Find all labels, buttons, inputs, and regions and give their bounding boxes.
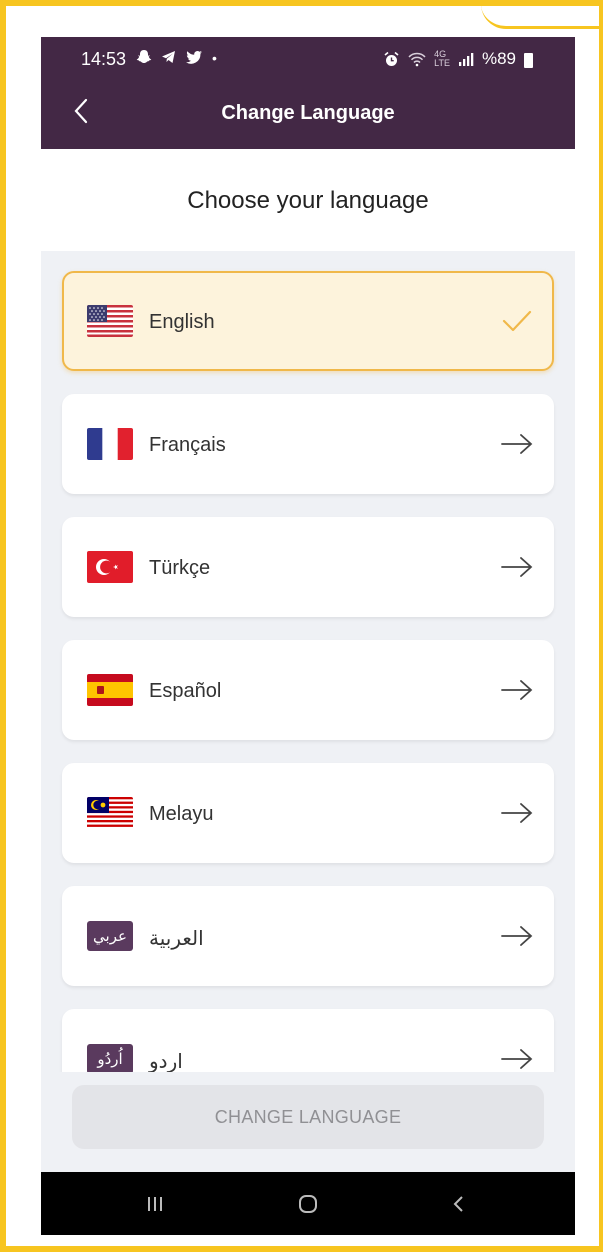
change-language-button[interactable]: CHANGE LANGUAGE <box>72 1085 544 1149</box>
4g-icon: 4G LTE <box>434 49 450 68</box>
arrow-right-icon <box>500 922 534 950</box>
arrow-right-icon <box>500 553 534 581</box>
arabic-badge-icon: عربي <box>87 921 133 951</box>
system-status-icons: 4G LTE %89 <box>383 49 533 69</box>
language-option-turkish[interactable]: Türkçe <box>62 517 554 617</box>
phone-screen: 14:53 • 4G LTE %89 Change Language Choos… <box>41 37 575 1235</box>
cta-container: CHANGE LANGUAGE <box>41 1072 575 1172</box>
language-label: Türkçe <box>149 557 211 579</box>
language-label: English <box>149 311 215 333</box>
france-flag-icon <box>87 428 133 460</box>
battery-icon <box>524 52 533 68</box>
language-option-malay[interactable]: Melayu <box>62 763 554 863</box>
telegram-icon <box>162 51 176 63</box>
wifi-icon <box>408 52 426 66</box>
app-bar-title: Change Language <box>221 102 395 124</box>
arrow-right-icon <box>500 799 534 827</box>
language-option-english[interactable]: English <box>62 271 554 371</box>
language-label: Melayu <box>149 803 214 825</box>
arrow-right-icon <box>500 1045 534 1073</box>
language-label: العربية <box>149 928 204 950</box>
battery-percent: %89 <box>481 49 516 68</box>
recents-button[interactable] <box>135 1187 175 1221</box>
turkey-flag-icon <box>87 551 133 583</box>
nav-back-button[interactable] <box>439 1187 479 1221</box>
language-label: Français <box>149 434 226 456</box>
dot-icon: • <box>212 50 221 66</box>
arrow-right-icon <box>500 676 534 704</box>
back-icon <box>453 1196 463 1212</box>
page-title: Choose your language <box>187 187 429 214</box>
us-flag-icon <box>87 305 133 337</box>
spain-flag-icon <box>87 674 133 706</box>
signal-icon <box>458 53 474 66</box>
alarm-icon <box>384 51 399 66</box>
home-icon <box>299 1195 317 1213</box>
frame-accent <box>481 4 601 29</box>
language-list: English Français Türkçe Español Melayu ع… <box>41 251 575 1085</box>
malaysia-flag-icon <box>87 797 133 829</box>
language-label: Español <box>149 680 222 702</box>
recents-icon <box>148 1197 162 1211</box>
twitter-icon <box>186 50 203 64</box>
language-label: اردو <box>149 1051 183 1073</box>
check-icon <box>500 307 534 335</box>
language-option-arabic[interactable]: عربي العربية <box>62 886 554 986</box>
home-button[interactable] <box>288 1187 328 1221</box>
arrow-right-icon <box>500 430 534 458</box>
urdu-badge-icon: اُردُو <box>87 1044 133 1074</box>
system-nav-bar <box>41 1172 575 1235</box>
app-bar: Change Language <box>41 81 575 149</box>
language-option-spanish[interactable]: Español <box>62 640 554 740</box>
language-option-french[interactable]: Français <box>62 394 554 494</box>
snapchat-icon <box>136 50 152 63</box>
status-bar: 14:53 • 4G LTE %89 <box>41 37 575 81</box>
notification-icons: • <box>136 47 221 68</box>
status-time: 14:53 <box>81 49 127 69</box>
